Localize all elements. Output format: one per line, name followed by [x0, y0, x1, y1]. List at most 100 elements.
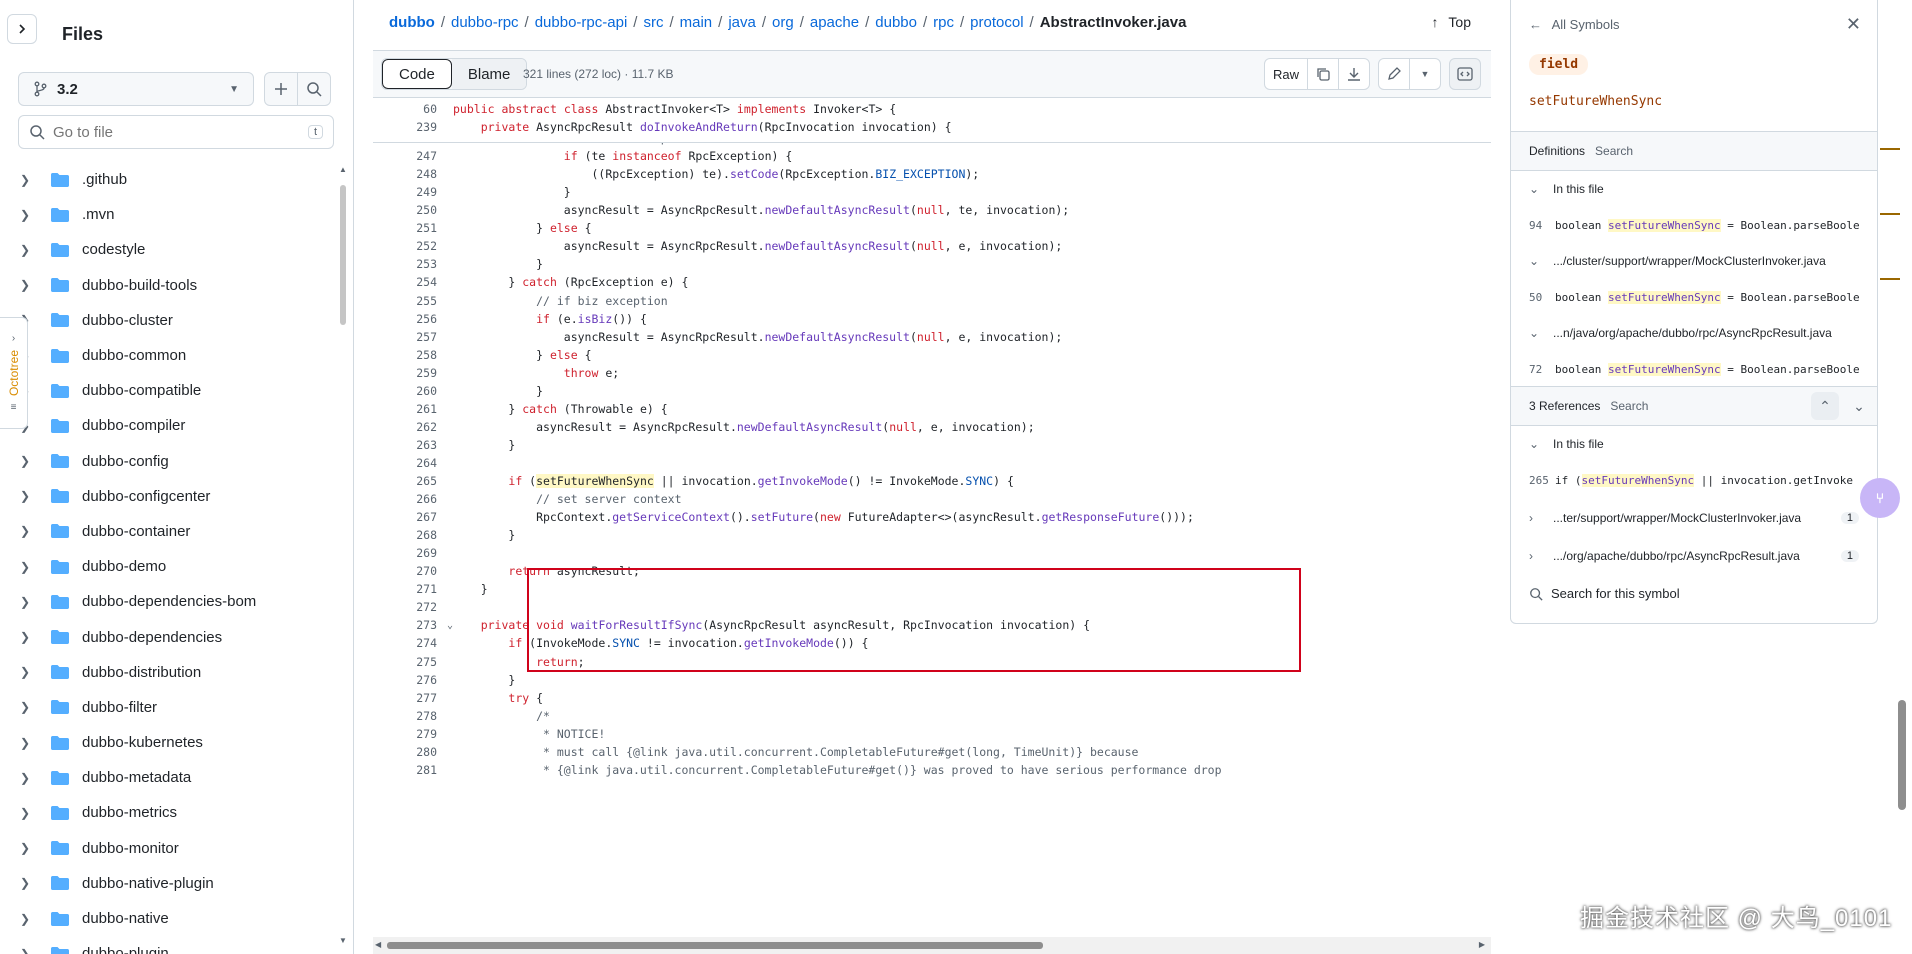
breadcrumb-link[interactable]: dubbo [389, 14, 435, 31]
branch-selector[interactable]: 3.2 ▼ [18, 72, 254, 106]
tab-code[interactable]: Code [382, 59, 452, 89]
folder-icon [51, 454, 69, 469]
tree-item-folder[interactable]: ❯ dubbo-config [0, 444, 336, 479]
fold-chevron-icon[interactable]: ⌄ [447, 620, 453, 631]
horizontal-scrollbar[interactable]: ◀ ▶ [373, 937, 1491, 954]
scrollbar-thumb[interactable] [387, 942, 1043, 949]
download-button[interactable] [1339, 59, 1369, 89]
folder-icon [51, 630, 69, 645]
breadcrumb-link[interactable]: java [728, 14, 756, 31]
definition-row[interactable]: 94 boolean setFutureWhenSync = Boolean.pa… [1511, 207, 1877, 243]
definition-row[interactable]: 50 boolean setFutureWhenSync = Boolean.pa… [1511, 279, 1877, 315]
tree-item-folder[interactable]: ❯ dubbo-metrics [0, 795, 336, 830]
watermark: 掘金技术社区 @ 大鸟_0101 [1580, 905, 1893, 932]
breadcrumb-link[interactable]: dubbo-rpc [451, 14, 519, 31]
breadcrumb-link[interactable]: org [772, 14, 794, 31]
symbol-name: setFutureWhenSync [1529, 94, 1663, 109]
chevron-down-icon: ⌄ [1529, 254, 1540, 268]
tab-blame[interactable]: Blame [451, 59, 527, 89]
tree-item-folder[interactable]: ❯ dubbo-monitor [0, 831, 336, 866]
references-in-file-toggle[interactable]: ⌄ In this file [1511, 426, 1877, 462]
tree-item-folder[interactable]: ❯ .github [0, 162, 336, 197]
raw-button[interactable]: Raw [1265, 59, 1308, 89]
code-view[interactable]: 245 if (te != null) {246 // if biz excep… [373, 99, 1491, 937]
breadcrumb-link[interactable]: main [680, 14, 713, 31]
tree-item-folder[interactable]: ❯ .mvn [0, 197, 336, 232]
reference-group-toggle[interactable]: › .../org/apache/dubbo/rpc/AsyncRpcResult… [1511, 538, 1877, 574]
code-text: } catch (RpcException e) { [453, 275, 689, 290]
edit-button[interactable] [1379, 59, 1410, 89]
tree-item-folder[interactable]: ❯dubbo-common [0, 338, 336, 373]
definition-group-toggle[interactable]: ⌄ .../cluster/support/wrapper/MockCluster… [1511, 243, 1877, 279]
breadcrumb-separator: / [1029, 14, 1034, 31]
tree-item-folder[interactable]: ❯ codestyle [0, 232, 336, 267]
tree-item-folder[interactable]: ❯ dubbo-demo [0, 549, 336, 584]
collapse-sidebar-button[interactable] [7, 14, 37, 44]
tree-item-folder[interactable]: ❯ dubbo-native [0, 901, 336, 936]
add-file-button[interactable] [264, 72, 298, 106]
go-to-file-field[interactable]: t [18, 115, 334, 149]
previous-reference-button[interactable]: ⌃ [1811, 392, 1839, 420]
search-label[interactable]: Search [1595, 144, 1633, 158]
tree-item-folder[interactable]: ❯ dubbo-kubernetes [0, 725, 336, 760]
go-to-file-input[interactable] [53, 123, 308, 141]
symbols-panel-toggle[interactable] [1449, 58, 1481, 90]
tree-item-folder[interactable]: ❯ dubbo-dependencies-bom [0, 584, 336, 619]
definition-group-toggle[interactable]: ⌄ ...n/java/org/apache/dubbo/rpc/AsyncRpc… [1511, 315, 1877, 351]
tree-item-folder[interactable]: ❯dubbo-compatible [0, 373, 336, 408]
search-label[interactable]: Search [1610, 399, 1648, 413]
tree-item-folder[interactable]: ❯dubbo-compiler [0, 408, 336, 443]
file-tree-scrollbar[interactable]: ▲ ▼ [339, 165, 347, 945]
tree-item-folder[interactable]: ❯ dubbo-dependencies [0, 619, 336, 654]
code-line[interactable]: 281 * {@link java.util.concurrent.Comple… [373, 759, 1491, 781]
folder-icon [51, 735, 69, 750]
tree-item-folder[interactable]: ❯ dubbo-metadata [0, 760, 336, 795]
breadcrumb-separator: / [960, 14, 965, 31]
reference-group-toggle[interactable]: › ...ter/support/wrapper/MockClusterInvok… [1511, 500, 1877, 536]
reference-row[interactable]: 265 if (setFutureWhenSync || invocation.… [1511, 462, 1877, 498]
tree-item-folder[interactable]: ❯ dubbo-build-tools [0, 268, 336, 303]
tree-item-folder[interactable]: ❯ dubbo-filter [0, 690, 336, 725]
octotree-toggle[interactable]: › Octotree ≡ [0, 317, 28, 429]
edit-dropdown-button[interactable]: ▼ [1410, 59, 1440, 89]
tree-item-label: dubbo-common [82, 347, 187, 365]
next-reference-button[interactable]: ⌄ [1845, 392, 1873, 420]
chevron-right-icon: ❯ [20, 524, 31, 539]
tree-item-folder[interactable]: ❯ dubbo-distribution [0, 655, 336, 690]
code-text: } [453, 582, 488, 597]
folder-icon [51, 207, 69, 222]
tree-item-folder[interactable]: ❯ dubbo-plugin [0, 936, 336, 954]
breadcrumb-link[interactable]: src [643, 14, 663, 31]
chevron-down-icon: ⌄ [1853, 397, 1865, 414]
sticky-line[interactable]: 239 private AsyncRpcResult doInvokeAndRe… [373, 116, 1491, 138]
chevron-right-icon: ❯ [20, 630, 31, 645]
breadcrumb-link[interactable]: dubbo [875, 14, 917, 31]
scrollbar-thumb[interactable] [340, 185, 346, 325]
search-for-symbol-link[interactable]: Search for this symbol [1529, 586, 1680, 601]
floating-assistant-button[interactable]: ⑂ [1860, 478, 1900, 518]
definition-symbol: setFutureWhenSync [1607, 290, 1721, 304]
copy-button[interactable] [1308, 59, 1339, 89]
definition-row[interactable]: 72 boolean setFutureWhenSync = Boolean.pa… [1511, 351, 1877, 387]
line-number: 239 [416, 120, 437, 134]
breadcrumb-link[interactable]: apache [810, 14, 859, 31]
breadcrumb-link[interactable]: dubbo-rpc-api [535, 14, 628, 31]
tree-item-folder[interactable]: ❯dubbo-cluster [0, 303, 336, 338]
breadcrumb-separator: / [440, 14, 445, 31]
search-files-button[interactable] [297, 72, 331, 106]
tree-item-folder[interactable]: ❯ dubbo-native-plugin [0, 866, 336, 901]
page-scrollbar-thumb[interactable] [1898, 700, 1906, 810]
tree-item-folder[interactable]: ❯ dubbo-container [0, 514, 336, 549]
definition-symbol: setFutureWhenSync [1607, 362, 1721, 376]
close-icon[interactable]: ✕ [1846, 14, 1861, 35]
breadcrumb-link[interactable]: rpc [933, 14, 954, 31]
top-button[interactable]: ↑ Top [1432, 14, 1471, 30]
all-symbols-link[interactable]: ← All Symbols [1529, 17, 1620, 32]
tree-item-folder[interactable]: ❯ dubbo-configcenter [0, 479, 336, 514]
breadcrumb-link[interactable]: protocol [970, 14, 1023, 31]
tree-item-label: dubbo-native-plugin [82, 874, 214, 892]
top-label: Top [1448, 14, 1471, 30]
code-text: } else { [453, 347, 592, 362]
reference-code-suffix: || invocation.getInvoke [1694, 473, 1854, 487]
definition-group-toggle[interactable]: ⌄ In this file [1511, 171, 1877, 207]
